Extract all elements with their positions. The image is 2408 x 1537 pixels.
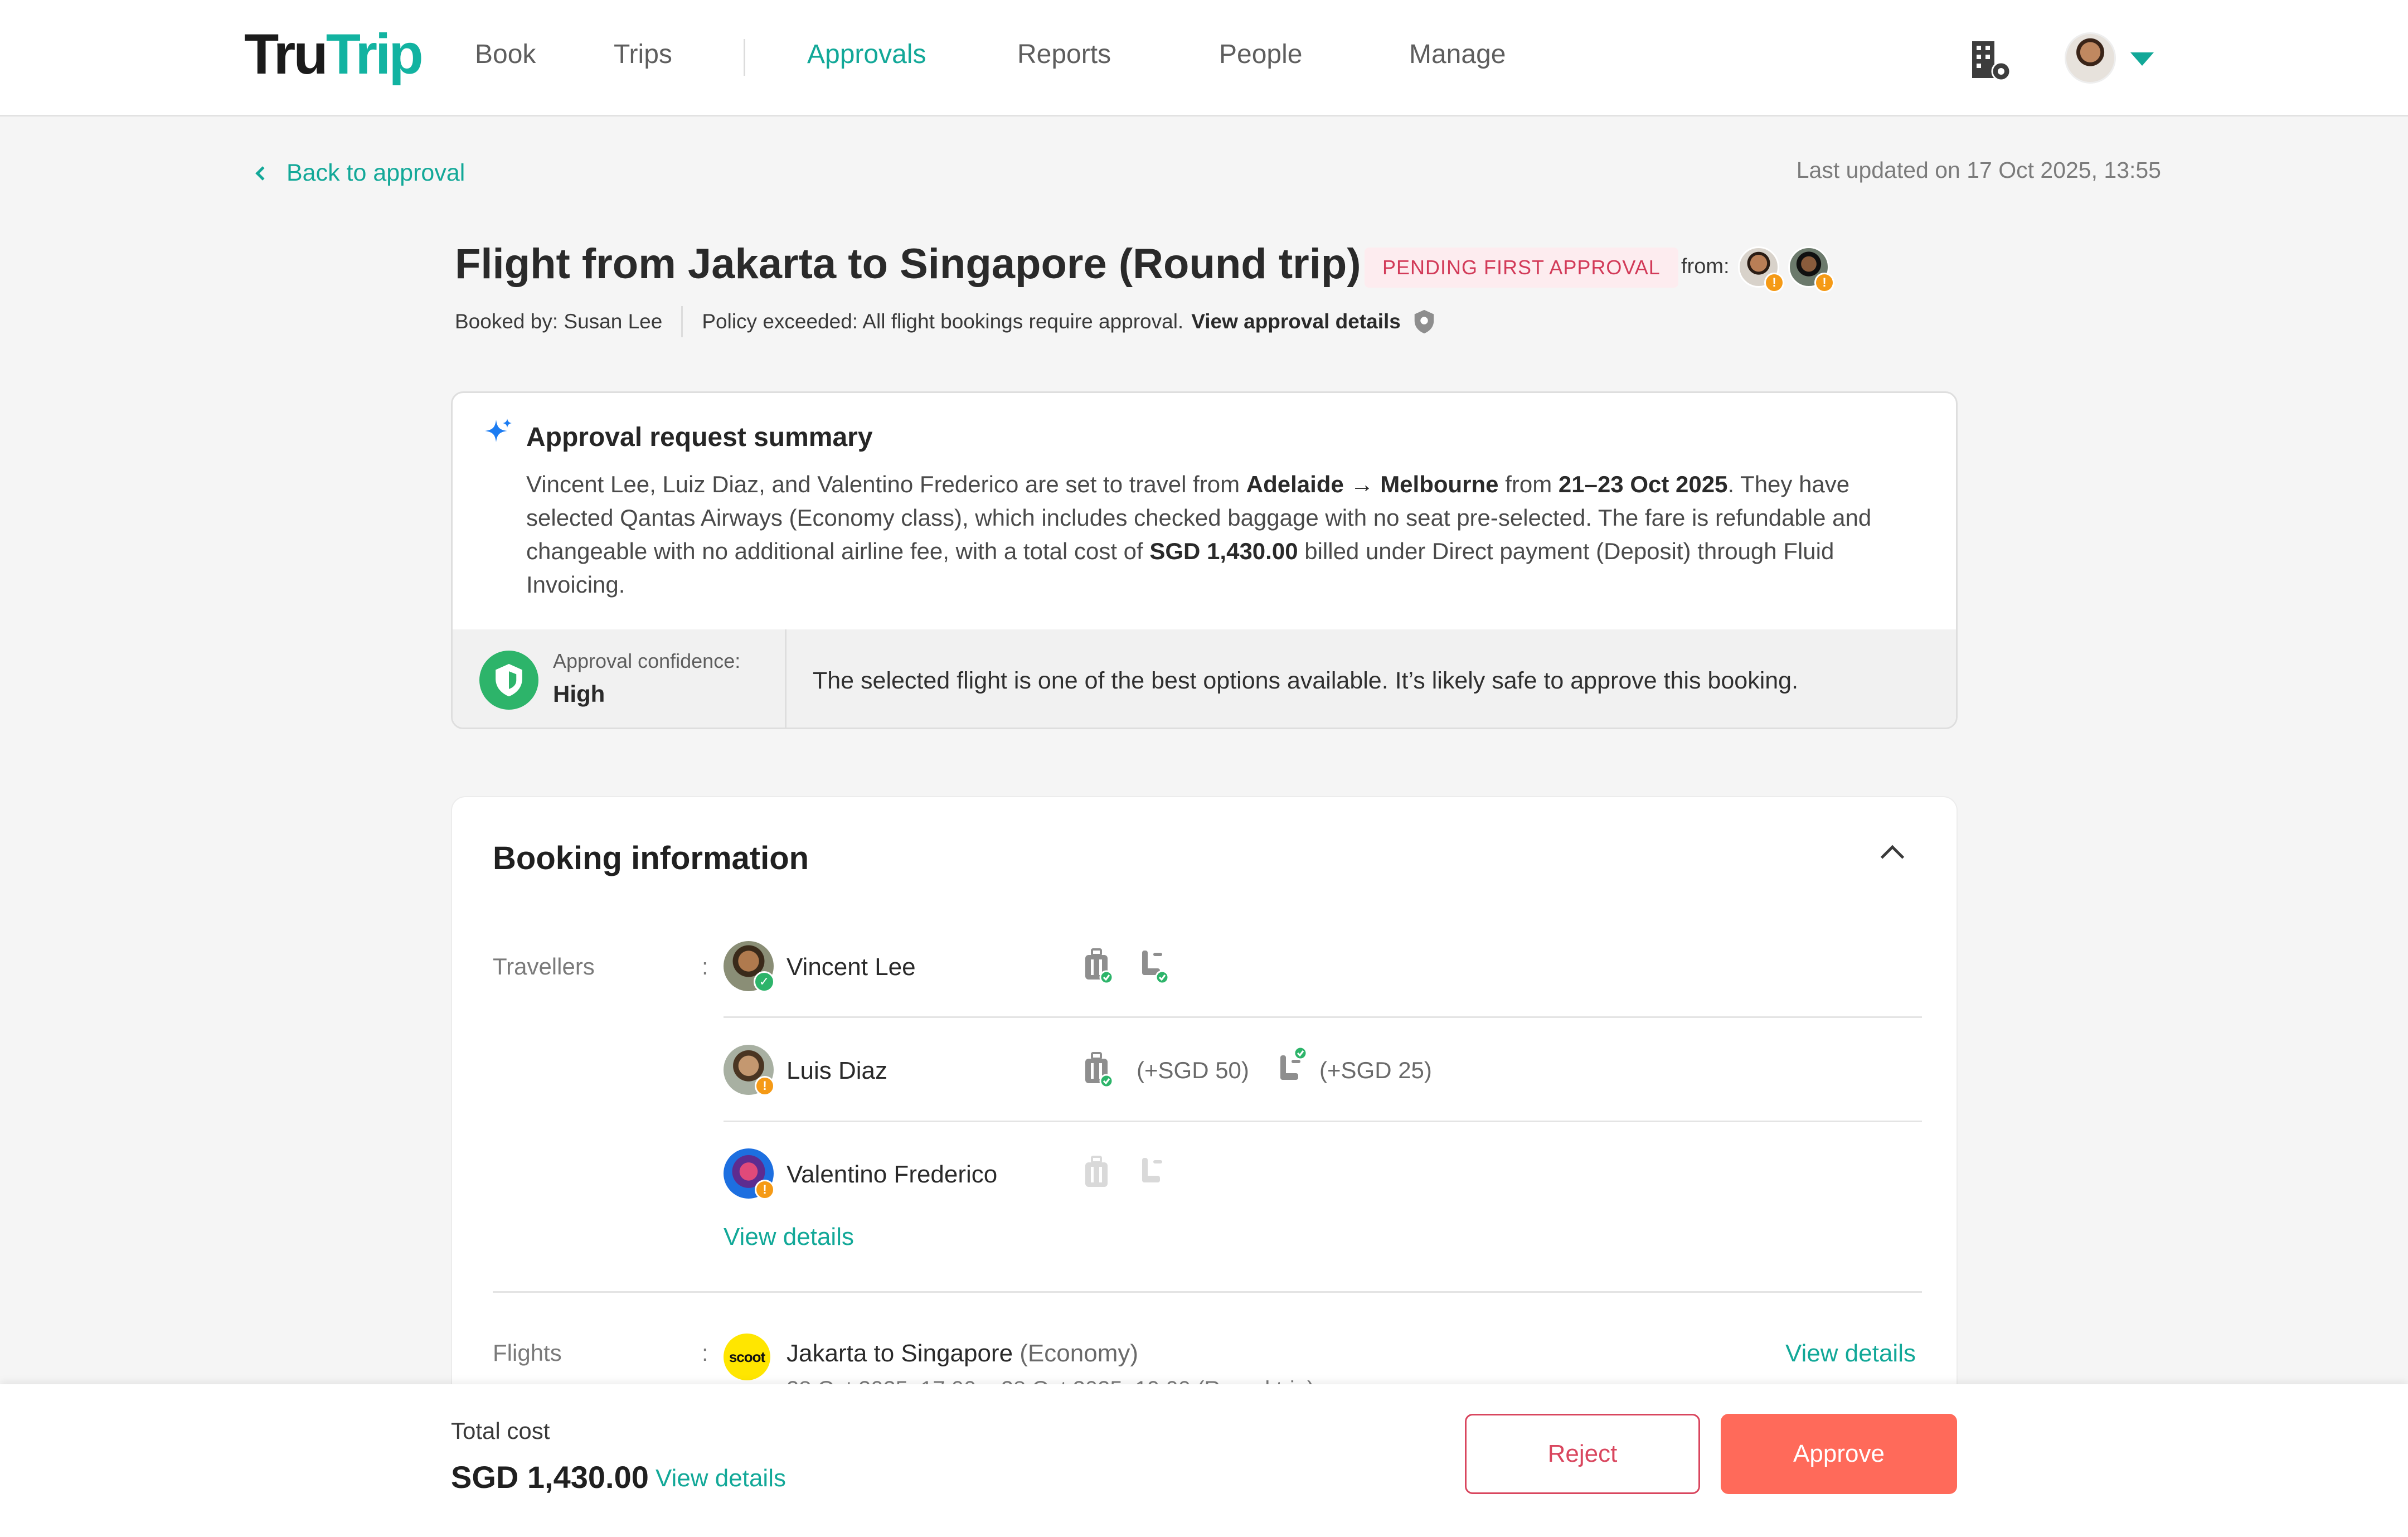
nav-manage[interactable]: Manage bbox=[1409, 41, 1506, 68]
row-divider bbox=[724, 1016, 1922, 1018]
warning-icon: ! bbox=[755, 1076, 775, 1096]
traveller-avatar: ✓ bbox=[724, 941, 775, 992]
action-footer: Total cost SGD 1,430.00 View details Rej… bbox=[0, 1384, 2408, 1537]
colon: : bbox=[702, 953, 708, 980]
trutrip-logo[interactable]: TruTrip bbox=[244, 26, 424, 83]
total-view-details-link[interactable]: View details bbox=[656, 1465, 786, 1492]
warning-icon: ! bbox=[755, 1180, 775, 1200]
chevron-down-icon[interactable] bbox=[2130, 52, 2154, 66]
divider bbox=[681, 306, 683, 337]
nav-approvals[interactable]: Approvals bbox=[807, 41, 926, 68]
divider bbox=[785, 629, 787, 728]
traveller-name: Vincent Lee bbox=[787, 953, 916, 981]
policy-text: Policy exceeded: All flight bookings req… bbox=[702, 310, 1184, 333]
booking-section-title: Booking information bbox=[493, 840, 809, 876]
nav-reports[interactable]: Reports bbox=[1017, 41, 1111, 68]
nav-divider bbox=[744, 39, 745, 76]
from-label: from: bbox=[1681, 255, 1730, 278]
baggage-fee: (+SGD 50) bbox=[1137, 1057, 1249, 1083]
ai-sparkle-icon bbox=[485, 419, 512, 442]
summary-text: Vincent Lee, Luiz Diaz, and Valentino Fr… bbox=[526, 471, 1872, 598]
approve-button[interactable]: Approve bbox=[1721, 1414, 1957, 1494]
colon: : bbox=[702, 1340, 708, 1366]
seat-fee: (+SGD 25) bbox=[1319, 1057, 1432, 1083]
approver-avatar[interactable]: ! bbox=[1738, 246, 1784, 293]
last-updated-text: Last updated on 17 Oct 2025, 13:55 bbox=[1796, 157, 2161, 183]
summary-title: Approval request summary bbox=[526, 423, 873, 452]
status-badge: PENDING FIRST APPROVAL bbox=[1365, 248, 1678, 288]
traveller-avatar: ! bbox=[724, 1148, 775, 1200]
view-approval-details-link[interactable]: View approval details bbox=[1191, 310, 1401, 333]
traveller-name: Luis Diaz bbox=[787, 1057, 887, 1084]
page-title: Flight from Jakarta to Singapore (Round … bbox=[455, 240, 1361, 288]
confidence-value: High bbox=[553, 681, 605, 707]
company-settings-icon[interactable] bbox=[1968, 38, 2012, 83]
back-to-approval-link[interactable]: Back to approval bbox=[253, 159, 465, 187]
user-avatar[interactable] bbox=[2065, 32, 2116, 84]
confidence-label: Approval confidence: bbox=[553, 649, 741, 672]
baggage-icon bbox=[1085, 1052, 1113, 1088]
baggage-icon bbox=[1085, 948, 1113, 985]
travellers-view-details-link[interactable]: View details bbox=[724, 1223, 854, 1251]
seat-icon bbox=[1280, 1046, 1307, 1080]
warning-icon: ! bbox=[1764, 273, 1784, 293]
nav-book[interactable]: Book bbox=[475, 41, 536, 68]
seat-icon bbox=[1142, 1158, 1162, 1182]
airline-logo: scoot bbox=[724, 1334, 770, 1380]
traveller-avatar: ! bbox=[724, 1045, 775, 1096]
booked-by-text: Booked by: Susan Lee bbox=[455, 310, 663, 333]
approval-summary-card: Approval request summary Vincent Lee, Lu… bbox=[451, 391, 1958, 729]
nav-trips[interactable]: Trips bbox=[614, 41, 672, 68]
top-navigation-bar: TruTrip Book Trips Approvals Reports Peo… bbox=[0, 0, 2408, 117]
approved-check-icon: ✓ bbox=[754, 971, 775, 992]
confidence-explanation: The selected flight is one of the best o… bbox=[813, 667, 1799, 694]
total-cost-value: SGD 1,430.00 bbox=[451, 1460, 649, 1495]
chevron-up-icon[interactable] bbox=[1880, 845, 1905, 869]
confidence-shield-icon bbox=[479, 651, 538, 710]
flight-view-details-link[interactable]: View details bbox=[1785, 1340, 1916, 1368]
booking-meta-row: Booked by: Susan Lee Policy exceeded: Al… bbox=[455, 306, 1435, 337]
row-divider bbox=[724, 1121, 1922, 1122]
chevron-left-icon bbox=[255, 166, 270, 181]
reject-button[interactable]: Reject bbox=[1465, 1414, 1700, 1494]
policy-shield-icon bbox=[1414, 309, 1434, 334]
flight-route: Jakarta to Singapore (Economy) bbox=[787, 1340, 1138, 1367]
approval-confidence-strip: Approval confidence: High The selected f… bbox=[453, 629, 1956, 728]
section-divider bbox=[493, 1291, 1922, 1293]
travellers-label: Travellers bbox=[493, 953, 595, 980]
approver-avatar[interactable]: ! bbox=[1788, 246, 1834, 293]
total-cost-label: Total cost bbox=[451, 1418, 550, 1444]
warning-icon: ! bbox=[1814, 273, 1834, 293]
seat-icon bbox=[1142, 951, 1169, 985]
baggage-icon bbox=[1085, 1156, 1108, 1187]
traveller-name: Valentino Frederico bbox=[787, 1161, 998, 1188]
nav-people[interactable]: People bbox=[1219, 41, 1302, 68]
flights-label: Flights bbox=[493, 1340, 562, 1366]
